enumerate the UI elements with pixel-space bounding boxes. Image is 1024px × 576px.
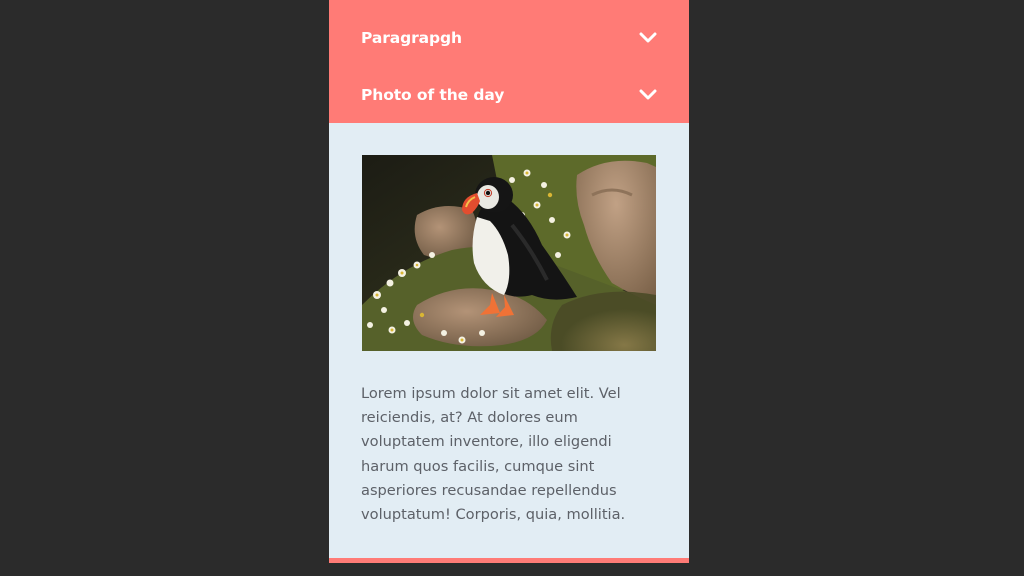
accordion-item-photo-of-the-day[interactable]: Photo of the day: [329, 66, 689, 123]
accordion-item-label: Paragrapgh: [361, 29, 462, 47]
puffin-photo: [362, 155, 656, 351]
chevron-down-icon: [639, 32, 657, 43]
accordion-item-label: Photo of the day: [361, 85, 505, 104]
accordion-content-photo-of-the-day: Lorem ipsum dolor sit amet elit. Vel rei…: [329, 123, 689, 558]
photo-description: Lorem ipsum dolor sit amet elit. Vel rei…: [361, 385, 626, 524]
chevron-down-icon: [639, 89, 657, 99]
accordion-item-paragraph[interactable]: Paragrapgh: [329, 0, 689, 66]
page-background-bottom: [329, 563, 689, 576]
page-background: Paragrapgh Photo of the day Lorem ipsum …: [0, 0, 1024, 576]
accordion-panel: Paragrapgh Photo of the day Lorem ipsum …: [329, 0, 689, 576]
